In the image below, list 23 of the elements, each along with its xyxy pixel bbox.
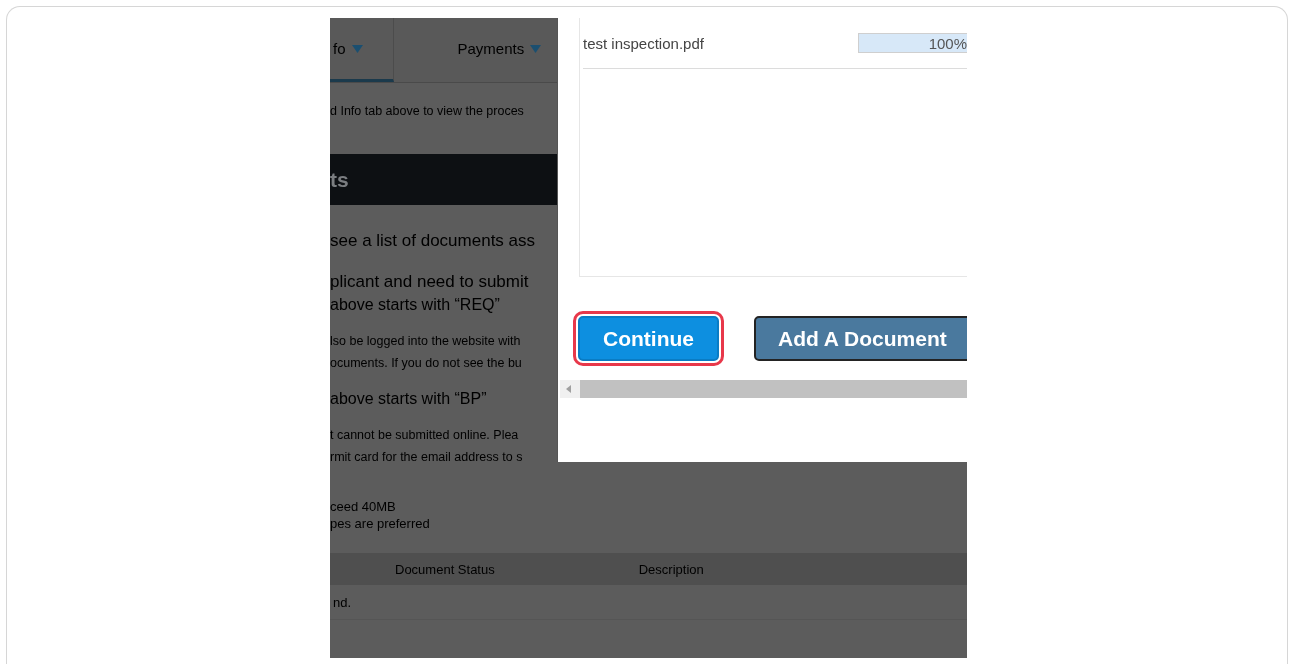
tab[interactable]: fo — [330, 18, 394, 82]
section-title: ts — [330, 167, 349, 192]
paragraph-text: ceed 40MB — [330, 498, 396, 515]
progress-reading: 100% — [928, 35, 967, 52]
paragraph-text: pes are preferred — [330, 515, 430, 532]
paragraph-text: t cannot be submitted online. Plea — [330, 427, 519, 444]
scroll-left-icon[interactable] — [566, 385, 571, 393]
caret-icon — [351, 44, 363, 53]
tab[interactable]: Payments — [393, 18, 542, 82]
paragraph-text: rmit card for the email address to s — [330, 449, 523, 466]
file-name: test inspection.pdf — [583, 34, 705, 52]
heading-text: see a list of documents ass — [330, 230, 536, 252]
paragraph-text: lso be logged into the website with — [330, 333, 521, 350]
column-header: Description — [638, 561, 704, 577]
notice-text: d Info tab above to view the proces — [330, 103, 524, 120]
caret-icon — [530, 44, 542, 53]
heading-text: plicant and need to submit — [330, 271, 529, 293]
heading-text: above starts with “REQ” — [330, 295, 500, 315]
table-cell: nd. — [333, 594, 352, 610]
paragraph-text: ocuments. If you do not see the bu — [330, 355, 522, 372]
heading-text: above starts with “BP” — [330, 389, 487, 409]
add-document-button[interactable]: Add A Document — [754, 316, 967, 361]
column-header: Document Status — [395, 561, 495, 577]
